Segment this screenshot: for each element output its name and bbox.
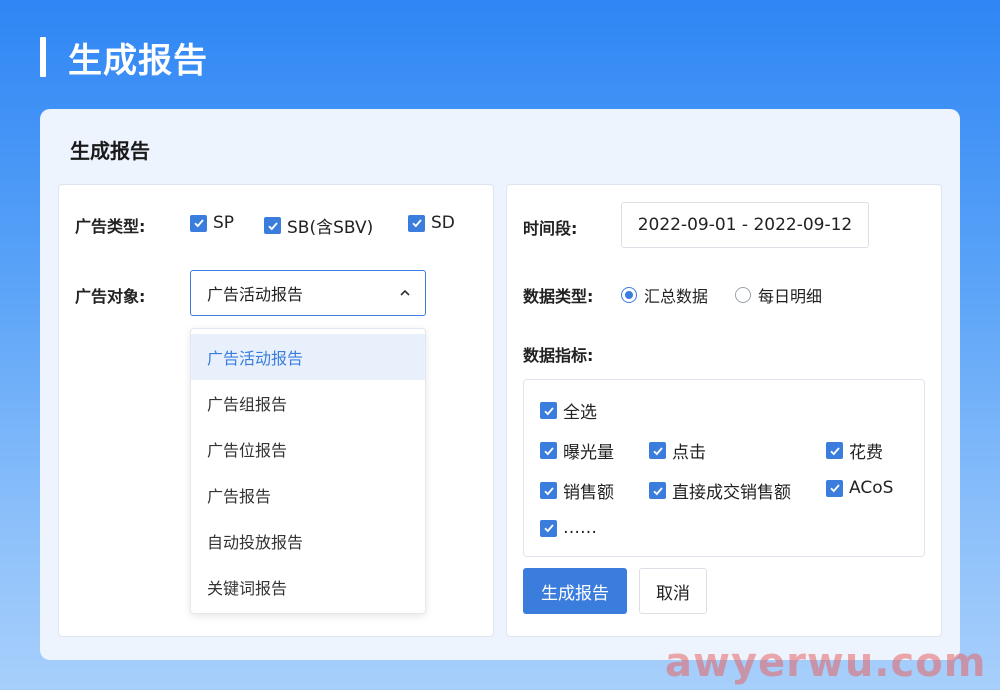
checkbox-checked-icon — [649, 482, 666, 499]
metric-sales-label: 销售额 — [563, 483, 614, 503]
dropdown-option-ad[interactable]: 广告报告 — [191, 472, 425, 518]
metric-select-all-checkbox[interactable]: 全选 — [540, 398, 597, 423]
ad-type-sd-checkbox[interactable]: SD — [408, 213, 455, 233]
data-type-daily-radio[interactable]: 每日明细 — [735, 283, 822, 307]
ad-object-dropdown: 广告活动报告 广告组报告 广告位报告 广告报告 自动投放报告 关键词报告 — [190, 328, 426, 614]
right-panel: 时间段: 2022-09-01 - 2022-09-12 数据类型: 汇总数据 … — [506, 184, 942, 637]
metric-clicks-label: 点击 — [672, 443, 706, 463]
bottom-strip — [0, 690, 1000, 698]
metric-impressions-checkbox[interactable]: 曝光量 — [540, 438, 614, 463]
header-accent-bar — [40, 37, 46, 77]
cancel-button[interactable]: 取消 — [639, 568, 707, 614]
checkbox-checked-icon — [540, 482, 557, 499]
time-range-label: 时间段: — [523, 219, 578, 238]
date-range-input[interactable]: 2022-09-01 - 2022-09-12 — [621, 202, 869, 248]
metric-sales-checkbox[interactable]: 销售额 — [540, 478, 614, 503]
metric-more-checkbox[interactable]: …… — [540, 518, 597, 538]
checkbox-checked-icon — [649, 442, 666, 459]
ad-type-sb-label: SB(含SBV) — [287, 218, 374, 238]
checkbox-checked-icon — [826, 442, 843, 459]
data-type-summary-label: 汇总数据 — [644, 287, 709, 306]
dropdown-option-auto-targeting[interactable]: 自动投放报告 — [191, 518, 425, 564]
dropdown-option-adgroup[interactable]: 广告组报告 — [191, 380, 425, 426]
checkbox-checked-icon — [190, 214, 207, 232]
metric-direct-sales-checkbox[interactable]: 直接成交销售额 — [649, 478, 791, 503]
generate-report-button[interactable]: 生成报告 — [523, 568, 627, 614]
ad-type-sp-label: SP — [213, 213, 235, 233]
card-title: 生成报告 — [70, 139, 150, 163]
ad-object-selected-value: 广告活动报告 — [207, 285, 304, 304]
checkbox-checked-icon — [826, 479, 843, 497]
dropdown-option-placement[interactable]: 广告位报告 — [191, 426, 425, 472]
ad-type-sp-checkbox[interactable]: SP — [190, 213, 234, 233]
metric-acos-label: ACoS — [849, 478, 894, 498]
metric-direct-sales-label: 直接成交销售额 — [672, 483, 791, 503]
checkbox-checked-icon — [540, 402, 557, 419]
metrics-label: 数据指标: — [523, 346, 594, 365]
metric-select-all-label: 全选 — [563, 403, 597, 423]
checkbox-checked-icon — [540, 519, 557, 537]
metric-clicks-checkbox[interactable]: 点击 — [649, 438, 706, 463]
chevron-up-icon — [400, 289, 410, 296]
checkbox-checked-icon — [540, 442, 557, 459]
data-type-label: 数据类型: — [523, 287, 594, 306]
radio-unchecked-icon — [735, 287, 751, 303]
report-card: 生成报告 广告类型: SP SB(含SBV) SD 广告对象: 广告活动报告 广… — [40, 109, 960, 660]
data-type-summary-radio[interactable]: 汇总数据 — [621, 283, 708, 307]
ad-type-sb-checkbox[interactable]: SB(含SBV) — [264, 213, 373, 238]
metrics-box: 全选 曝光量 点击 花费 销售额 直接成交销售额 ACoS …… — [523, 379, 925, 557]
metric-more-label: …… — [563, 518, 597, 538]
checkbox-checked-icon — [408, 214, 425, 232]
dropdown-option-campaign[interactable]: 广告活动报告 — [191, 334, 425, 380]
metric-impressions-label: 曝光量 — [563, 443, 614, 463]
ad-type-sd-label: SD — [431, 213, 455, 233]
page-header: 生成报告 — [40, 36, 208, 81]
metric-acos-checkbox[interactable]: ACoS — [826, 478, 893, 498]
left-panel: 广告类型: SP SB(含SBV) SD 广告对象: 广告活动报告 广告活动报告… — [58, 184, 494, 637]
ad-type-label: 广告类型: — [75, 217, 146, 236]
dropdown-option-keyword[interactable]: 关键词报告 — [191, 564, 425, 610]
metric-spend-checkbox[interactable]: 花费 — [826, 438, 883, 463]
checkbox-checked-icon — [264, 217, 281, 234]
metric-spend-label: 花费 — [849, 443, 883, 463]
watermark: awyerwu.com — [665, 640, 987, 686]
page-title: 生成报告 — [68, 40, 208, 81]
ad-object-label: 广告对象: — [75, 287, 146, 306]
ad-object-select[interactable]: 广告活动报告 — [190, 270, 426, 316]
radio-checked-icon — [621, 287, 637, 303]
data-type-daily-label: 每日明细 — [758, 287, 823, 306]
